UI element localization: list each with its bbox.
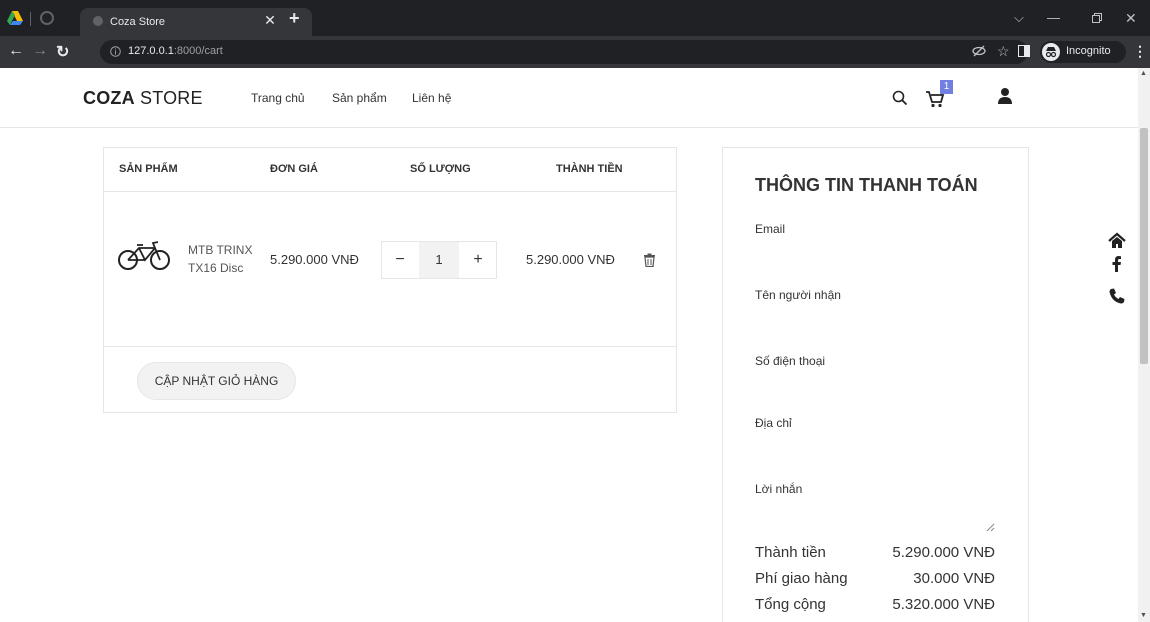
table-divider: [104, 191, 676, 192]
product-name[interactable]: MTB TRINX TX16 Disc: [188, 241, 263, 277]
scroll-down-icon[interactable]: ▼: [1140, 612, 1147, 619]
scroll-up-icon[interactable]: ▲: [1140, 70, 1147, 77]
quantity-input[interactable]: 1: [419, 242, 459, 278]
close-window-icon[interactable]: ✕: [1125, 10, 1137, 27]
update-cart-button[interactable]: CẬP NHẬT GIỎ HÀNG: [137, 362, 296, 400]
bookmark-star-icon[interactable]: ☆: [997, 43, 1010, 60]
cart-count-badge: 1: [940, 80, 953, 94]
trash-icon[interactable]: [643, 253, 656, 267]
message-label: Lời nhắn: [755, 482, 803, 496]
increase-quantity-button[interactable]: +: [459, 241, 497, 279]
shipping-fee-label: Phí giao hàng: [755, 570, 848, 587]
url-path: :8000/cart: [173, 45, 223, 57]
scrollbar-thumb[interactable]: [1140, 128, 1148, 364]
shipping-fee-value: 30.000 VNĐ: [913, 570, 995, 587]
url-text[interactable]: 127.0.0.1:8000/cart: [128, 45, 223, 57]
menu-item-home[interactable]: Trang chủ: [251, 91, 305, 105]
recipient-name-label: Tên người nhận: [755, 288, 841, 302]
forward-icon[interactable]: →: [32, 42, 48, 60]
site-info-icon[interactable]: [110, 46, 121, 57]
subtotal-label: Thành tiền: [755, 544, 826, 561]
incognito-badge[interactable]: Incognito: [1040, 41, 1126, 63]
menu-item-products[interactable]: Sản phẩm: [332, 91, 387, 105]
browser-menu-icon[interactable]: ⋮: [1133, 43, 1147, 60]
logo-bold: COZA: [83, 88, 135, 108]
facebook-icon[interactable]: [1108, 255, 1126, 273]
phone-icon[interactable]: [1108, 287, 1126, 305]
col-header-total: THÀNH TIỀN: [556, 163, 623, 175]
site-logo[interactable]: COZA STORE: [83, 88, 203, 109]
tab-search-icon[interactable]: ⌵: [1014, 10, 1024, 26]
back-icon[interactable]: ←: [8, 42, 24, 60]
bicycle-product-image[interactable]: [117, 240, 171, 272]
url-host: 127.0.0.1: [128, 45, 174, 57]
email-field-label: Email: [755, 222, 786, 236]
grand-total-label: Tổng cộng: [755, 596, 826, 613]
eye-off-icon[interactable]: [972, 44, 986, 58]
email-field[interactable]: [755, 240, 995, 280]
logo-rest: STORE: [134, 88, 203, 108]
col-header-product: SẢN PHẨM: [119, 163, 178, 175]
side-panel-icon[interactable]: [1018, 45, 1030, 57]
message-textarea[interactable]: [755, 500, 995, 534]
collapsed-tab-icon[interactable]: [40, 11, 54, 25]
reload-icon[interactable]: ↻: [56, 42, 69, 62]
product-unit-price: 5.290.000 VNĐ: [270, 252, 359, 267]
phone-label: Số điện thoại: [755, 354, 826, 368]
textarea-resize-handle[interactable]: [985, 522, 995, 532]
address-field[interactable]: [755, 434, 995, 474]
recipient-name-field[interactable]: [755, 306, 995, 346]
checkout-title: THÔNG TIN THANH TOÁN: [755, 175, 978, 195]
drive-icon[interactable]: [6, 10, 24, 26]
new-tab-icon[interactable]: +: [289, 8, 300, 29]
grand-total-value: 5.320.000 VNĐ: [892, 596, 995, 613]
decrease-quantity-button[interactable]: −: [381, 241, 419, 279]
tab-title: Coza Store: [110, 16, 166, 28]
omnibox[interactable]: [100, 40, 1028, 64]
home-icon[interactable]: [1108, 232, 1126, 250]
tab-separator: [30, 12, 31, 26]
tab-close-icon[interactable]: ✕: [262, 12, 278, 29]
incognito-icon: [1042, 43, 1060, 61]
tab-favicon: [93, 16, 103, 26]
subtotal-value: 5.290.000 VNĐ: [892, 544, 995, 561]
incognito-label: Incognito: [1066, 45, 1111, 57]
restore-icon[interactable]: [1092, 13, 1102, 23]
minimize-icon[interactable]: —: [1047, 10, 1060, 25]
table-divider: [104, 346, 676, 347]
address-label: Địa chỉ: [755, 416, 792, 430]
menu-item-contact[interactable]: Liên hệ: [412, 91, 451, 105]
col-header-quantity: SỐ LƯỢNG: [410, 163, 471, 175]
line-total: 5.290.000 VNĐ: [526, 252, 615, 267]
phone-field[interactable]: [755, 372, 995, 412]
user-icon[interactable]: [997, 87, 1013, 105]
col-header-price: ĐƠN GIÁ: [270, 163, 318, 175]
search-icon[interactable]: [892, 90, 908, 106]
